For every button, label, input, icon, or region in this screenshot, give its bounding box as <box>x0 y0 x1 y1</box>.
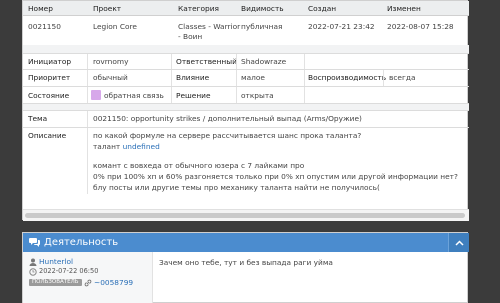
reproducibility-value: всегда <box>389 73 416 82</box>
divider <box>23 110 469 111</box>
description-line: 0% при 100% хп и 60% разгоняется только … <box>93 172 458 181</box>
status-value: обратная связь <box>91 90 164 100</box>
summary-value: 0021150: opportunity strikes / дополните… <box>93 114 362 123</box>
severity-value: малое <box>241 73 265 82</box>
note-author-panel: Hunterlol 2022-07-22 06:50 ПОЛЬЗОВАТЕЛЬ … <box>23 252 153 303</box>
header-created: Создан <box>308 4 337 13</box>
status-label: Состояние <box>28 91 70 100</box>
cell-divider <box>87 70 88 86</box>
cell-divider <box>171 70 172 86</box>
assigned-label: Ответственный <box>176 57 237 66</box>
clock-icon <box>29 268 37 278</box>
summary-label: Тема <box>28 114 48 123</box>
link-icon <box>84 279 92 289</box>
divider <box>23 53 469 54</box>
divider <box>23 127 469 128</box>
cell-divider <box>236 70 237 86</box>
issue-visibility: публичная <box>241 22 283 31</box>
issue-table-header: Номер Проект Категория Видимость Создан … <box>23 1 469 16</box>
note-date: 2022-07-22 06:50 <box>39 267 99 275</box>
note-id-link[interactable]: ~0058799 <box>94 278 133 287</box>
status-color-swatch <box>91 90 101 100</box>
assigned-value[interactable]: Shadowraze <box>241 57 286 66</box>
cell-divider <box>304 70 305 86</box>
note-author[interactable]: Hunterlol <box>39 257 73 266</box>
note-text: Зачем оно тебе, тут и без выпада раги уй… <box>159 258 333 267</box>
description-line: блу посты или другие темы про механику т… <box>93 183 380 192</box>
resolution-label: Решение <box>176 91 211 100</box>
user-icon <box>29 258 37 268</box>
horizontal-scrollbar[interactable] <box>23 209 469 221</box>
reporter-value[interactable]: rovrnomy <box>93 57 128 66</box>
collapse-button[interactable] <box>448 233 469 252</box>
description-line: комант с вовхеда от обычного юзера с 7 л… <box>93 161 305 170</box>
issue-category-cont: - Воин <box>178 32 203 41</box>
description-text: талант <box>93 142 123 151</box>
description-line: талант undefined <box>93 142 160 151</box>
issue-details-card: Номер Проект Категория Видимость Создан … <box>22 0 469 221</box>
header-id: Номер <box>28 4 53 13</box>
activity-title: Деятельность <box>44 237 119 248</box>
cell-divider <box>236 54 237 69</box>
divider <box>23 86 469 87</box>
cell-divider <box>87 87 88 103</box>
cell-divider <box>171 54 172 69</box>
reporter-label: Инициатор <box>28 57 72 66</box>
cell-divider <box>383 70 384 86</box>
issue-modified: 2022-08-07 15:28 <box>387 22 454 31</box>
cell-divider <box>87 128 88 194</box>
issue-id[interactable]: 0021150 <box>28 22 61 31</box>
status-text: обратная связь <box>104 91 164 100</box>
scrollbar-thumb[interactable] <box>25 213 465 218</box>
reproducibility-label: Воспроизводимость <box>308 73 387 82</box>
priority-value: обычный <box>93 73 128 82</box>
comments-icon <box>29 237 40 247</box>
issue-project[interactable]: Legion Core <box>93 22 137 31</box>
activity-header[interactable]: Деятельность <box>23 233 469 252</box>
header-project: Проект <box>93 4 122 13</box>
cell-divider <box>304 54 305 69</box>
row-spacer <box>23 45 469 53</box>
severity-label: Влияние <box>176 73 210 82</box>
description-line: по какой формуле на сервере рассчитывает… <box>93 131 362 140</box>
cell-divider <box>236 87 237 103</box>
activity-panel: Деятельность Hunterlol 2022-07-22 06:50 … <box>22 232 469 303</box>
resolution-value: открыта <box>241 91 274 100</box>
issue-created: 2022-07-21 23:42 <box>308 22 375 31</box>
divider <box>23 69 469 70</box>
cell-divider <box>87 54 88 69</box>
cell-divider <box>171 87 172 103</box>
description-label: Описание <box>28 131 67 140</box>
header-visibility: Видимость <box>241 4 284 13</box>
header-category: Категория <box>178 4 219 13</box>
talent-link[interactable]: undefined <box>123 142 160 151</box>
priority-label: Приоритет <box>28 73 71 82</box>
chevron-up-icon <box>455 239 464 248</box>
issue-category: Classes - Warrior <box>178 22 241 31</box>
cell-divider <box>304 87 305 103</box>
user-role-badge: ПОЛЬЗОВАТЕЛЬ <box>29 279 82 286</box>
header-modified: Изменен <box>387 4 421 13</box>
cell-divider <box>87 111 88 127</box>
